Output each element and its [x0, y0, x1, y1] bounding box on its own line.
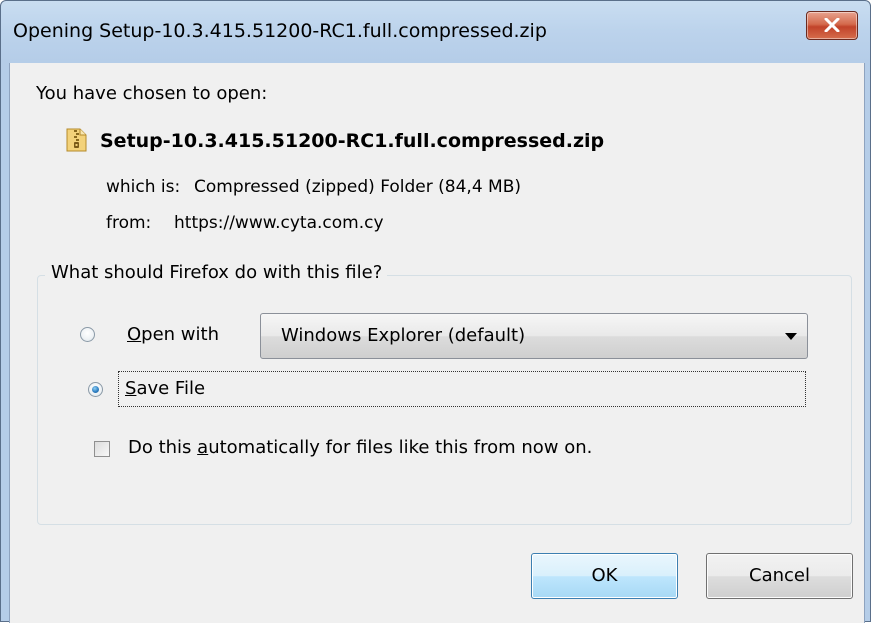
zip-file-icon	[66, 128, 87, 152]
ok-button[interactable]: OK	[531, 553, 678, 599]
auto-action-label-pre: Do this	[128, 437, 198, 458]
open-with-mnemonic: O	[127, 324, 142, 345]
auto-action-mnemonic: a	[197, 437, 209, 458]
close-icon	[824, 18, 840, 32]
save-file-mnemonic: S	[125, 378, 137, 399]
open-with-radio[interactable]	[80, 327, 95, 342]
cancel-button[interactable]: Cancel	[706, 553, 853, 599]
open-with-app-value: Windows Explorer (default)	[281, 325, 526, 346]
action-group-legend: What should Firefox do with this file?	[45, 262, 388, 283]
radio-selected-dot	[92, 386, 99, 393]
file-name: Setup-10.3.415.51200-RC1.full.compressed…	[100, 130, 605, 152]
title-bar[interactable]: Opening Setup-10.3.415.51200-RC1.full.co…	[1, 1, 870, 63]
file-type-label: which is:	[106, 177, 181, 197]
auto-action-checkbox[interactable]	[94, 441, 110, 457]
window-title: Opening Setup-10.3.415.51200-RC1.full.co…	[13, 20, 547, 42]
source-label: from:	[106, 213, 152, 233]
auto-action-label-post: utomatically for files like this from no…	[208, 437, 593, 458]
dropdown-arrow-icon	[785, 333, 797, 340]
source-url: https://www.cyta.com.cy	[174, 213, 384, 233]
open-with-label-rest: pen with	[141, 324, 219, 345]
close-button[interactable]	[806, 11, 858, 40]
save-file-label[interactable]: Save File	[125, 378, 205, 399]
file-type-value: Compressed (zipped) Folder (84,4 MB)	[194, 177, 522, 197]
save-file-focus-ring	[118, 371, 806, 407]
save-file-radio[interactable]	[88, 382, 103, 397]
auto-action-label[interactable]: Do this automatically for files like thi…	[128, 437, 592, 458]
open-with-label[interactable]: Open with	[127, 324, 219, 345]
save-file-label-rest: ave File	[136, 378, 206, 399]
intro-text: You have chosen to open:	[36, 83, 268, 104]
open-with-app-select[interactable]: Windows Explorer (default)	[260, 313, 808, 359]
